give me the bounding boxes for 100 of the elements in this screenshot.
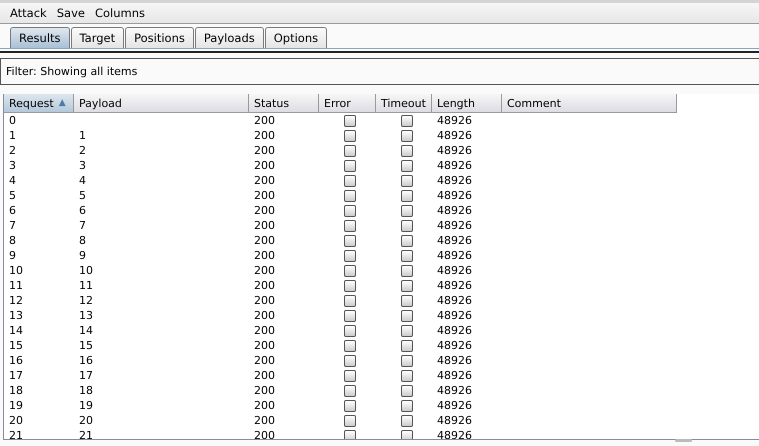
checkbox[interactable]	[344, 204, 356, 216]
checkbox[interactable]	[400, 190, 412, 202]
scrollbar-thumb[interactable]	[675, 439, 692, 442]
table-cell: 200	[254, 279, 275, 292]
table-cell: 48926	[437, 114, 472, 127]
checkbox[interactable]	[400, 174, 412, 186]
tab[interactable]: Options	[264, 27, 328, 48]
checkbox[interactable]	[344, 414, 356, 426]
table-cell: 13	[9, 309, 23, 322]
checkbox[interactable]	[344, 250, 356, 262]
menu-item[interactable]: Columns	[94, 6, 145, 20]
table-cell: 7	[9, 219, 16, 232]
table-cell: 0	[9, 114, 16, 127]
tab[interactable]: Target	[70, 27, 124, 48]
checkbox[interactable]	[344, 130, 356, 142]
checkbox[interactable]	[400, 280, 412, 292]
checkbox[interactable]	[344, 114, 356, 126]
filter-bar[interactable]: Filter: Showing all items	[0, 58, 759, 85]
checkbox[interactable]	[400, 324, 412, 336]
checkbox[interactable]	[344, 220, 356, 232]
table-cell: 4	[9, 174, 16, 187]
table-cell: 48926	[437, 384, 472, 397]
table-cell: 200	[254, 414, 275, 427]
table-cell: 200	[254, 369, 275, 382]
checkbox[interactable]	[344, 430, 356, 439]
table-cell: 15	[79, 339, 93, 352]
checkbox[interactable]	[400, 400, 412, 412]
tab[interactable]: Positions	[125, 27, 194, 48]
table-cell: 1	[79, 129, 86, 142]
checkbox[interactable]	[400, 160, 412, 172]
table-cell: 21	[9, 429, 23, 439]
table-cell: 200	[254, 294, 275, 307]
column-header[interactable]: Status	[249, 94, 319, 113]
column-header[interactable]: Payload	[74, 94, 249, 113]
table-cell: 2	[9, 144, 16, 157]
checkbox[interactable]	[344, 144, 356, 156]
column-header[interactable]: Length	[432, 94, 502, 113]
checkbox[interactable]	[344, 174, 356, 186]
table-cell: 21	[79, 429, 93, 439]
checkbox[interactable]	[400, 234, 412, 246]
checkbox[interactable]	[344, 340, 356, 352]
checkbox[interactable]	[400, 414, 412, 426]
checkbox[interactable]	[344, 370, 356, 382]
table-cell: 13	[79, 309, 93, 322]
table-cell: 200	[254, 339, 275, 352]
table-cell: 8	[79, 234, 86, 247]
tab[interactable]: Payloads	[194, 27, 264, 48]
table-cell: 14	[79, 324, 93, 337]
table-cell: 17	[9, 369, 23, 382]
table-cell: 19	[9, 399, 23, 412]
checkbox[interactable]	[400, 130, 412, 142]
table-cell: 48926	[437, 414, 472, 427]
menu-item[interactable]: Attack	[10, 6, 47, 20]
table-cell: 48926	[437, 294, 472, 307]
table-cell: 11	[9, 279, 23, 292]
table-cell: 48926	[437, 159, 472, 172]
checkbox[interactable]	[400, 340, 412, 352]
column-header[interactable]: Comment	[502, 94, 677, 113]
column-header[interactable]: Timeout	[376, 94, 432, 113]
checkbox[interactable]	[344, 264, 356, 276]
checkbox[interactable]	[400, 310, 412, 322]
column-header[interactable]: Request ▲	[4, 94, 74, 113]
table-cell: 48926	[437, 204, 472, 217]
table-cell: 48926	[437, 369, 472, 382]
checkbox[interactable]	[400, 220, 412, 232]
checkbox[interactable]	[400, 114, 412, 126]
table-cell: 10	[79, 264, 93, 277]
checkbox[interactable]	[400, 430, 412, 439]
menu-item[interactable]: Save	[56, 6, 85, 20]
checkbox[interactable]	[344, 160, 356, 172]
checkbox[interactable]	[400, 384, 412, 396]
table-cell: 48926	[437, 129, 472, 142]
table-cell: 3	[79, 159, 86, 172]
table-cell: 48926	[437, 144, 472, 157]
tab[interactable]: Results	[10, 27, 70, 48]
checkbox[interactable]	[344, 280, 356, 292]
checkbox[interactable]	[344, 234, 356, 246]
checkbox[interactable]	[344, 400, 356, 412]
checkbox[interactable]	[400, 204, 412, 216]
checkbox[interactable]	[400, 354, 412, 366]
table-cell: 48926	[437, 339, 472, 352]
table-cell: 48926	[437, 429, 472, 439]
checkbox[interactable]	[400, 250, 412, 262]
checkbox[interactable]	[400, 370, 412, 382]
checkbox[interactable]	[344, 354, 356, 366]
checkbox[interactable]	[344, 310, 356, 322]
checkbox[interactable]	[344, 190, 356, 202]
table-cell: 16	[9, 354, 23, 367]
checkbox[interactable]	[344, 294, 356, 306]
checkbox[interactable]	[400, 264, 412, 276]
table-cell: 48926	[437, 309, 472, 322]
table-cell: 2	[79, 144, 86, 157]
column-header[interactable]: Error	[319, 94, 376, 113]
checkbox[interactable]	[400, 294, 412, 306]
checkbox[interactable]	[400, 144, 412, 156]
checkbox[interactable]	[344, 324, 356, 336]
checkbox[interactable]	[344, 384, 356, 396]
table-cell: 18	[79, 384, 93, 397]
table-cell: 200	[254, 324, 275, 337]
table-cell: 7	[79, 219, 86, 232]
